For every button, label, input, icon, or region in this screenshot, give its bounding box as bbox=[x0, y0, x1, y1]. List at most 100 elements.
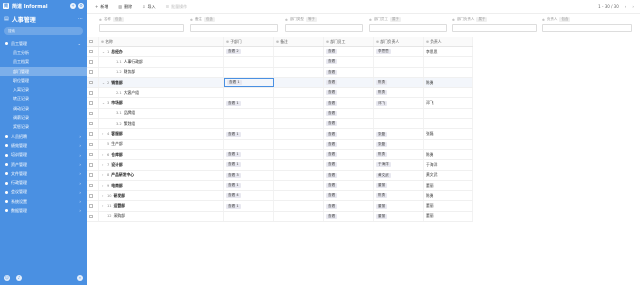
owner-cell[interactable]: 陈勇 bbox=[424, 149, 473, 160]
filter-input[interactable] bbox=[285, 24, 363, 32]
row-checkbox[interactable] bbox=[89, 101, 93, 105]
employees-cell[interactable]: 查看 bbox=[324, 47, 374, 57]
settings-icon[interactable]: ⚙ bbox=[78, 3, 84, 9]
leader-cell[interactable] bbox=[374, 108, 424, 119]
name-cell[interactable]: 3.1 品牌组 bbox=[99, 108, 224, 119]
sidebar-item[interactable]: 入离记录 bbox=[0, 85, 87, 94]
name-cell[interactable]: › 7 设计部 bbox=[99, 160, 224, 170]
name-cell[interactable]: › 11 运营部 bbox=[99, 201, 224, 211]
employees-cell[interactable]: 查看 bbox=[324, 191, 374, 201]
sub-department-cell[interactable]: 查看 1 bbox=[224, 129, 274, 139]
expand-icon[interactable]: ⌄ bbox=[102, 101, 105, 105]
sub-department-cell[interactable] bbox=[224, 139, 274, 149]
leader-cell[interactable]: 邓飞 bbox=[374, 98, 424, 108]
row-checkbox[interactable] bbox=[89, 70, 93, 74]
column-header[interactable]: ⊕ 名称 bbox=[99, 37, 224, 46]
sub-department-tag[interactable]: 查看 1 bbox=[226, 152, 241, 158]
remark-cell[interactable] bbox=[274, 119, 324, 129]
name-cell[interactable]: 12 采购部 bbox=[99, 211, 224, 222]
employees-cell[interactable]: 查看 bbox=[324, 57, 374, 67]
filter-mode[interactable]: 属于 bbox=[476, 17, 488, 22]
name-cell[interactable]: 1.2 财务部 bbox=[99, 67, 224, 77]
expand-icon[interactable]: › bbox=[102, 153, 105, 157]
owner-cell[interactable]: 董丽 bbox=[424, 180, 473, 191]
owner-cell[interactable] bbox=[424, 88, 473, 98]
remark-cell[interactable] bbox=[274, 108, 324, 119]
column-header[interactable]: ⊕ 部门员工 bbox=[324, 37, 374, 46]
table-row[interactable]: 12 采购部 查看 董丽 董丽 bbox=[87, 211, 473, 223]
leader-cell[interactable]: 张磊 bbox=[374, 139, 424, 149]
table-row[interactable]: 1.1 人事行政部 查看 bbox=[87, 57, 473, 68]
table-row[interactable]: ⌄ 2 销售部 查看 1 查看 陈勇 陈勇 bbox=[87, 77, 473, 89]
owner-cell[interactable] bbox=[424, 57, 473, 67]
sub-department-cell[interactable] bbox=[224, 57, 274, 67]
expand-icon[interactable]: › bbox=[102, 184, 105, 188]
employees-tag[interactable]: 查看 bbox=[326, 49, 338, 55]
remark-cell[interactable] bbox=[274, 88, 324, 98]
sub-department-cell[interactable]: 查看 1 bbox=[224, 201, 274, 211]
sub-department-tag[interactable]: 查看 1 bbox=[226, 131, 241, 137]
owner-cell[interactable]: 黄文武 bbox=[424, 170, 473, 180]
filter-mode[interactable]: 包含 bbox=[203, 17, 215, 22]
table-row[interactable]: ⌄ 3 市场部 查看 1 查看 邓飞 邓飞 bbox=[87, 98, 473, 109]
owner-cell[interactable]: 董丽 bbox=[424, 201, 473, 211]
sidebar-item[interactable]: 文件管理 › bbox=[0, 169, 87, 178]
expand-icon[interactable]: › bbox=[102, 194, 105, 198]
select-all-checkbox[interactable] bbox=[89, 39, 93, 44]
row-checkbox[interactable] bbox=[89, 91, 93, 95]
name-cell[interactable]: 3.2 策划组 bbox=[99, 119, 224, 129]
employees-tag[interactable]: 查看 bbox=[326, 193, 338, 199]
filter-mode[interactable]: 包含 bbox=[112, 17, 124, 22]
remark-cell[interactable] bbox=[274, 149, 324, 160]
expand-icon[interactable]: ⌄ bbox=[102, 81, 105, 85]
name-cell[interactable]: › 6 仓库部 bbox=[99, 149, 224, 160]
table-row[interactable]: 3.1 品牌组 查看 bbox=[87, 108, 473, 120]
sub-department-tag[interactable]: 查看 1 bbox=[226, 183, 241, 188]
table-row[interactable]: › 7 设计部 查看 1 查看 于海洋 于海洋 bbox=[87, 160, 473, 171]
sidebar-search[interactable]: 搜索 bbox=[4, 27, 83, 35]
table-row[interactable]: ⌄ 1 总经办 查看 2 查看 李思思 李思思 bbox=[87, 47, 473, 58]
remark-cell[interactable] bbox=[274, 170, 324, 180]
new-button[interactable]: + 新增 bbox=[93, 3, 110, 11]
sidebar-item[interactable]: 员工档案 bbox=[0, 58, 87, 67]
sidebar-item[interactable]: 绩效管理 › bbox=[0, 141, 87, 150]
employees-tag[interactable]: 查看 bbox=[326, 90, 338, 96]
employees-tag[interactable]: 查看 bbox=[326, 203, 338, 209]
sub-department-tag[interactable]: 查看 1 bbox=[226, 162, 241, 168]
leader-cell[interactable] bbox=[374, 119, 424, 129]
expand-icon[interactable]: › bbox=[102, 132, 105, 136]
sidebar-item[interactable]: 奖惩记录 bbox=[0, 123, 87, 132]
sidebar-item[interactable]: 调薪记录 bbox=[0, 113, 87, 122]
name-cell[interactable]: ⌄ 2 销售部 bbox=[99, 77, 224, 88]
row-checkbox[interactable] bbox=[89, 121, 93, 126]
employees-cell[interactable]: 查看 bbox=[324, 149, 374, 160]
table-row[interactable]: 3.2 策划组 查看 bbox=[87, 119, 473, 130]
batch-button[interactable]: ☰ 批量操作 bbox=[164, 3, 190, 11]
bell-icon[interactable]: ♪ bbox=[16, 275, 22, 281]
remark-cell[interactable] bbox=[274, 139, 324, 149]
table-row[interactable]: 2.1 大客户组 查看 陈勇 bbox=[87, 88, 473, 99]
name-cell[interactable]: 1.1 人事行政部 bbox=[99, 57, 224, 67]
app-menu-icon[interactable]: ⋯ bbox=[78, 16, 83, 22]
name-cell[interactable]: 5 生产部 bbox=[99, 139, 224, 149]
leader-cell[interactable]: 陈勇 bbox=[374, 149, 424, 160]
sub-department-cell[interactable] bbox=[224, 67, 274, 77]
sidebar-item[interactable]: 职位管理 bbox=[0, 76, 87, 85]
employees-cell[interactable]: 查看 bbox=[324, 77, 374, 88]
owner-cell[interactable] bbox=[424, 108, 473, 119]
employees-tag[interactable]: 查看 bbox=[326, 110, 338, 116]
remark-cell[interactable] bbox=[274, 98, 324, 108]
owner-cell[interactable]: 陈勇 bbox=[424, 77, 473, 88]
sidebar-item[interactable]: 培训管理 › bbox=[0, 151, 87, 160]
expand-icon[interactable]: › bbox=[102, 204, 105, 208]
employees-cell[interactable]: 查看 bbox=[324, 88, 374, 98]
sidebar-item[interactable]: 转正记录 bbox=[0, 95, 87, 104]
column-header[interactable]: ⊕ 备注 bbox=[274, 37, 324, 46]
leader-cell[interactable]: 董丽 bbox=[374, 201, 424, 211]
remark-cell[interactable] bbox=[274, 129, 324, 139]
filter-mode[interactable]: 包含 bbox=[559, 17, 571, 22]
owner-cell[interactable] bbox=[424, 119, 473, 129]
row-checkbox[interactable] bbox=[89, 204, 93, 208]
table-row[interactable]: › 9 电商部 查看 1 查看 董丽 董丽 bbox=[87, 180, 473, 192]
delete-button[interactable]: ▥ 删除 bbox=[116, 3, 134, 11]
